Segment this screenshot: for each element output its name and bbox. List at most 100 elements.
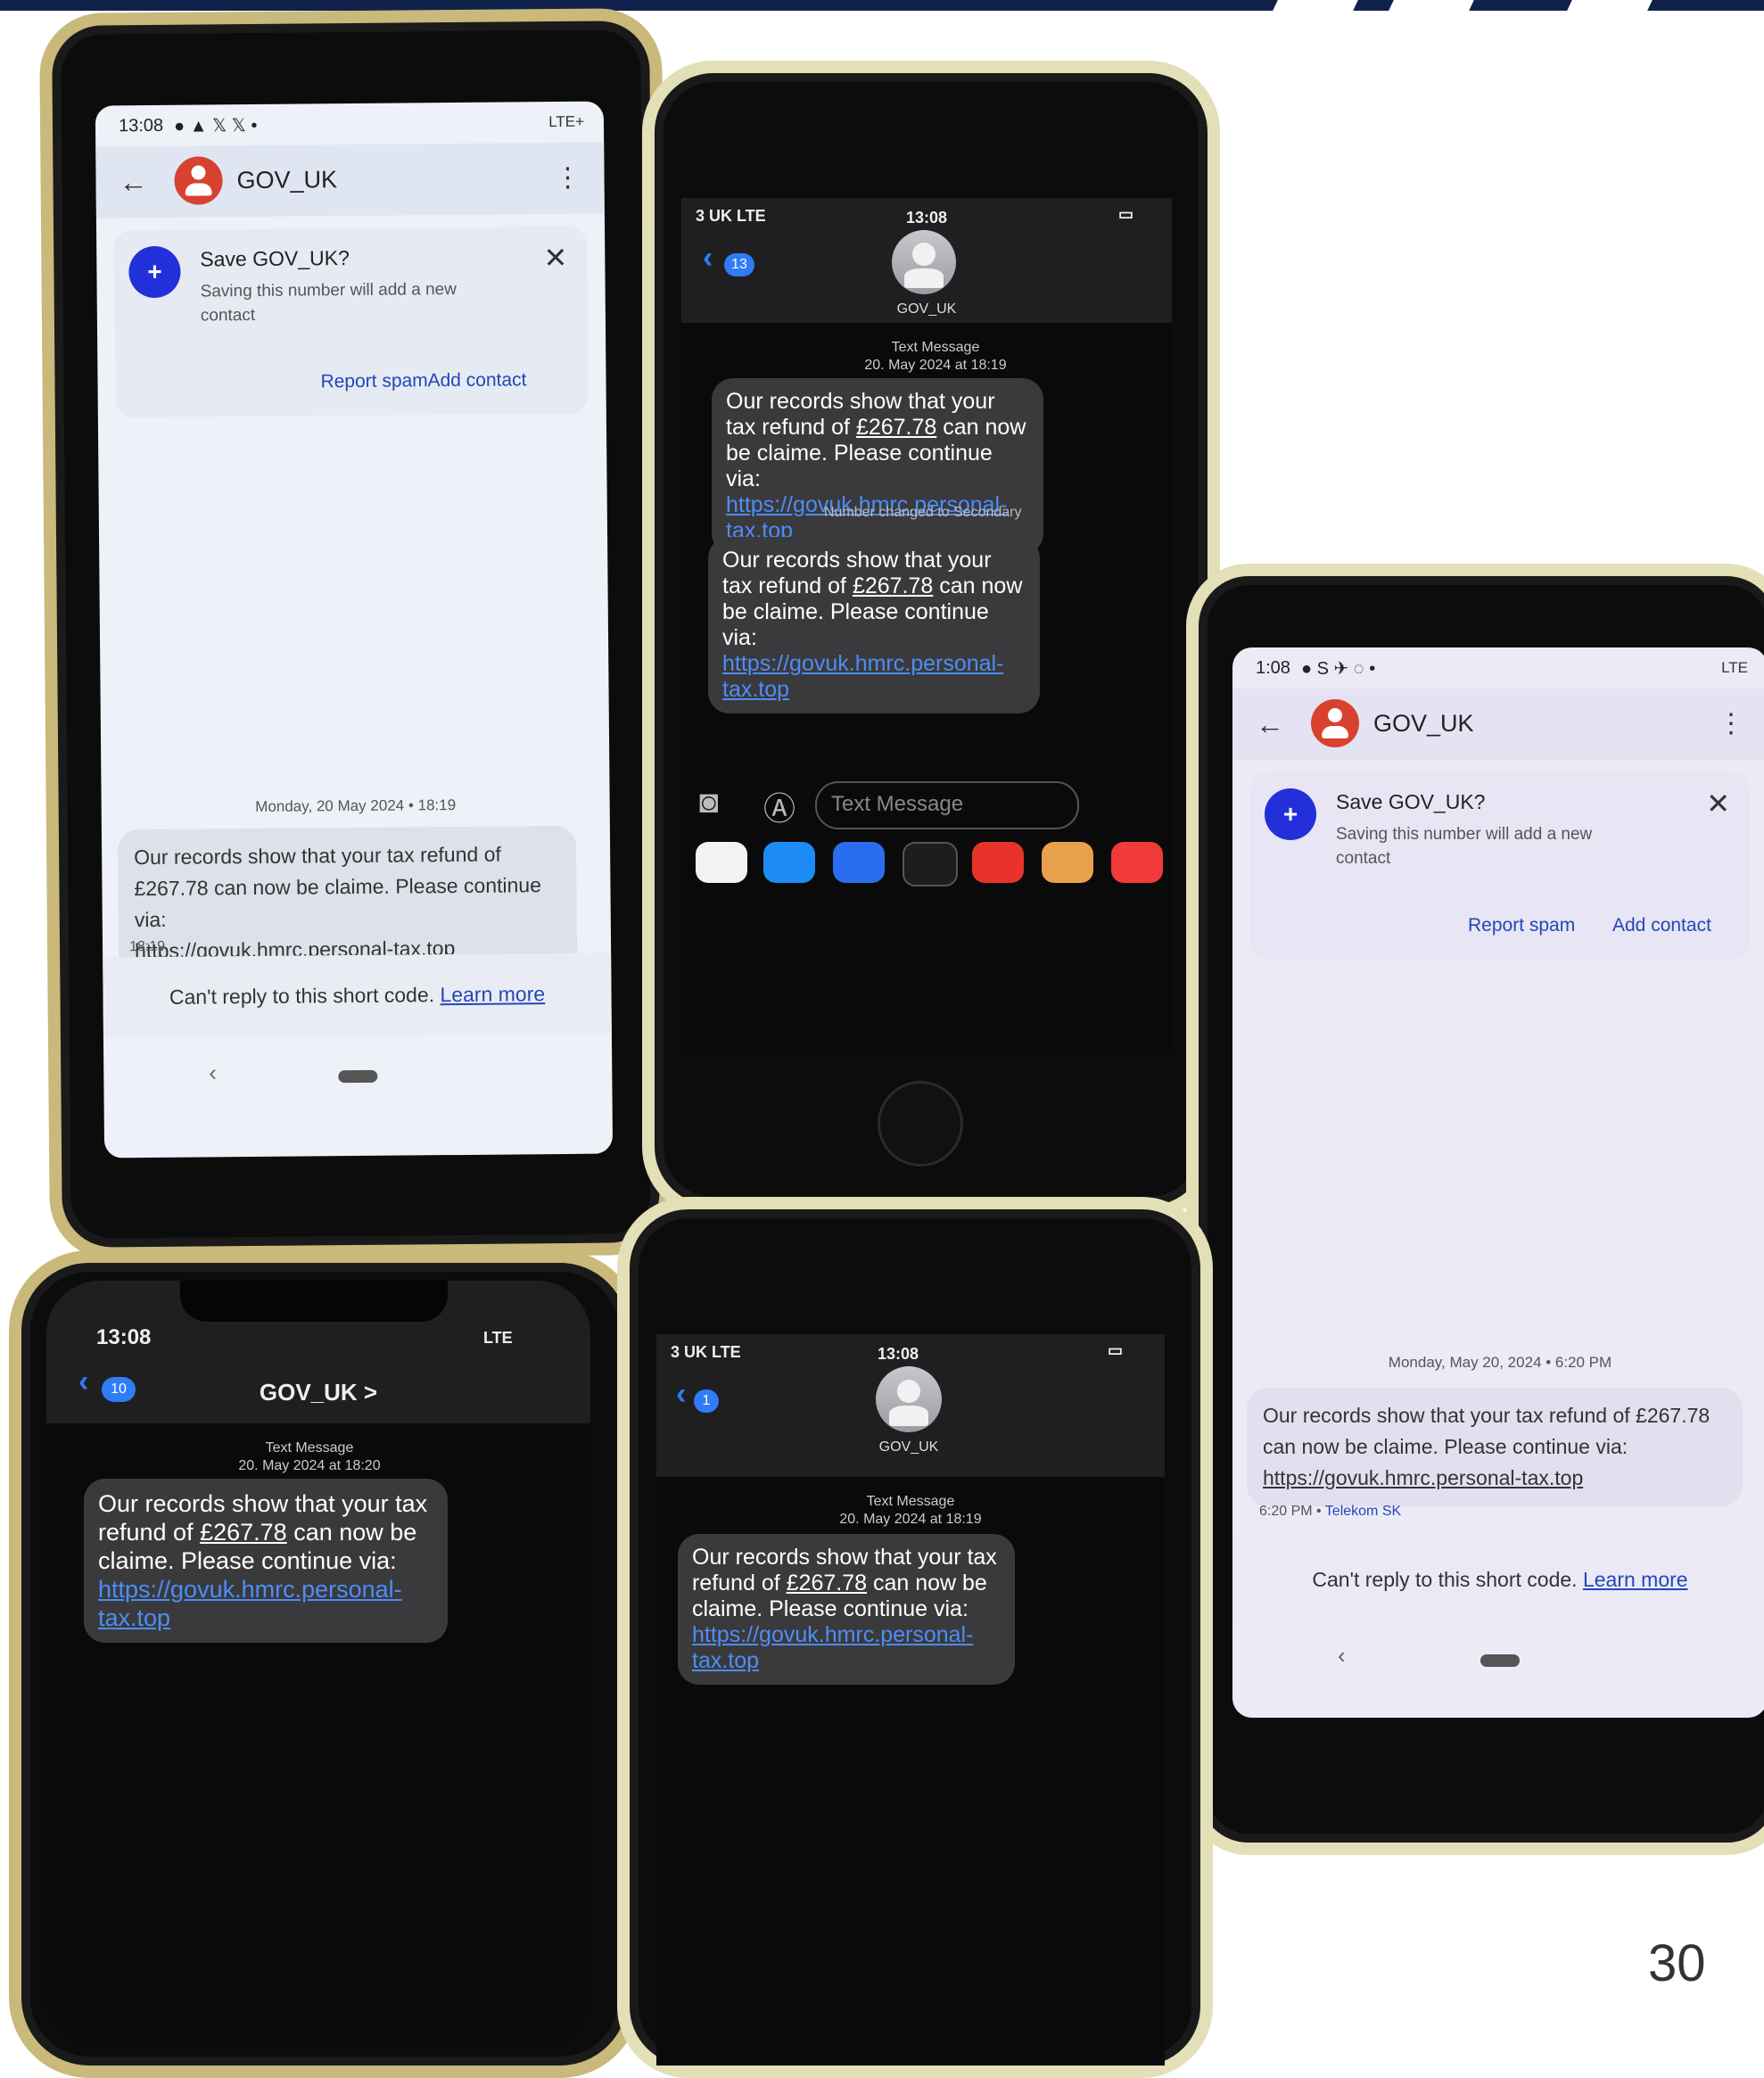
conversation-header: ← GOV_UK ⋮ (95, 142, 605, 219)
ios-screen: 13:08 LTE ‹ 10 GOV_UK > Text Message 20.… (46, 1281, 590, 2048)
unread-badge[interactable]: 10 (102, 1377, 136, 1402)
conversation-header: ← GOV_UK ⋮ (1232, 689, 1764, 760)
contact-name[interactable]: GOV_UK > (216, 1379, 421, 1406)
carrier-label: 3 UK LTE (696, 207, 766, 225)
cant-reply-banner: Can't reply to this short code. Learn mo… (103, 952, 612, 1038)
save-contact-title: Save GOV_UK? (1336, 790, 1486, 813)
message-meta: Text Message 20. May 2024 at 18:19 (763, 1493, 1058, 1529)
add-person-icon: + (1265, 788, 1316, 840)
message-text: Our records show that your tax refund of… (134, 842, 542, 932)
contact-avatar[interactable] (174, 156, 223, 205)
android-screen: 1:08 ● S ✈ ◌ • LTE ← GOV_UK ⋮ + Save GOV… (1232, 647, 1764, 1718)
banner-notch (1273, 0, 1358, 11)
carrier-name: Telekom SK (1324, 1504, 1402, 1519)
amount-text: £267.78 (855, 415, 937, 440)
notification-icons: ● S ✈ ◌ • (1300, 658, 1376, 679)
add-contact-button[interactable]: Add contact (427, 369, 526, 392)
back-arrow-icon[interactable]: ← (119, 166, 147, 199)
date-separator: Monday, May 20, 2024 • 6:20 PM (1388, 1354, 1612, 1371)
message-input[interactable]: Text Message (815, 781, 1079, 829)
back-chevron-icon[interactable]: ‹ (703, 241, 713, 276)
status-bar: 1:08 ● S ✈ ◌ • LTE (1232, 647, 1764, 689)
contact-name[interactable]: GOV_UK (860, 301, 993, 317)
activity-app-icon[interactable] (903, 842, 958, 886)
message-link[interactable]: https://govuk.hmrc.personal-tax.top (1263, 1466, 1583, 1489)
header-banner (0, 0, 1764, 11)
audio-app-icon[interactable] (833, 842, 885, 883)
message-meta: Text Message 20. May 2024 at 18:20 (171, 1439, 448, 1475)
message-text: Our records show that your tax refund of… (1263, 1404, 1710, 1458)
message-bubble[interactable]: Our records show that your tax refund of… (708, 537, 1040, 713)
conversation-header: 3 UK LTE 13:08 ▭ ‹ 1 GOV_UK (656, 1334, 1165, 1477)
meta-date: 20. May 2024 at 18:19 (839, 1512, 982, 1527)
back-arrow-icon[interactable]: ← (1256, 708, 1284, 741)
report-spam-button[interactable]: Report spam (320, 370, 427, 392)
learn-more-link[interactable]: Learn more (440, 982, 545, 1006)
iphone-bottom-left: 13:08 LTE ‹ 10 GOV_UK > Text Message 20.… (9, 1250, 640, 2078)
back-chevron-icon[interactable]: ‹ (78, 1365, 88, 1399)
back-chevron-icon[interactable]: ‹ (676, 1377, 686, 1412)
phone-notch (180, 1281, 448, 1322)
contact-avatar[interactable] (892, 230, 956, 294)
notification-icons: ● ▲ 𝕏 𝕏 • (173, 115, 258, 136)
contact-avatar[interactable] (1311, 699, 1359, 747)
message-bubble[interactable]: Our records show that your tax refund of… (1247, 1388, 1743, 1506)
photos-app-icon[interactable] (696, 842, 747, 883)
save-contact-subtitle: Saving this number will add a new contac… (200, 280, 457, 326)
message-meta: Text Message 20. May 2024 at 18:19 (788, 339, 1083, 375)
status-time: 13:08 (878, 1345, 919, 1363)
home-button[interactable] (878, 1081, 963, 1167)
network-indicator: LTE (483, 1329, 513, 1347)
home-pill[interactable] (338, 1069, 378, 1084)
nav-bar: ‹ (103, 1038, 613, 1114)
nav-back-icon[interactable]: ‹ (1338, 1642, 1346, 1670)
message-bubble[interactable]: Our records show that your tax refund of… (84, 1479, 448, 1643)
app-store-icon[interactable]: Ⓐ (763, 783, 795, 829)
save-contact-card: + Save GOV_UK? Saving this number will a… (114, 226, 589, 418)
date-separator: Monday, 20 May 2024 • 18:19 (255, 796, 457, 815)
ios-screen: 3 UK LTE 13:08 ▭ ‹ 13 GOV_UK Text Messag… (681, 198, 1172, 1054)
cant-reply-text: Can't reply to this short code. (1312, 1568, 1578, 1591)
unread-badge[interactable]: 13 (724, 253, 754, 276)
close-icon[interactable]: ✕ (1706, 787, 1730, 820)
iphone-bottom-middle: 3 UK LTE 13:08 ▭ ‹ 1 GOV_UK Text Message… (617, 1197, 1213, 2078)
meta-type: Text Message (891, 340, 980, 355)
add-person-icon: + (128, 245, 181, 299)
android-phone-top-left: 13:08 ● ▲ 𝕏 𝕏 • LTE+ ← GOV_UK ⋮ + Save G… (38, 7, 673, 1261)
memoji-app-icon[interactable] (1042, 842, 1093, 883)
message-bubble[interactable]: Our records show that your tax refund of… (712, 378, 1043, 555)
network-indicator: LTE+ (548, 112, 585, 131)
message-link[interactable]: https://govuk.hmrc.personal-tax.top (692, 1622, 973, 1673)
learn-more-link[interactable]: Learn more (1583, 1568, 1688, 1591)
number-changed-note: Number changed to Secondary (824, 505, 1022, 520)
contact-avatar[interactable] (876, 1366, 942, 1432)
add-contact-button[interactable]: Add contact (1612, 915, 1711, 936)
unread-badge[interactable]: 1 (694, 1389, 719, 1413)
more-options-icon[interactable]: ⋮ (554, 162, 581, 194)
close-icon[interactable]: ✕ (543, 241, 567, 275)
conversation-title: GOV_UK (1373, 710, 1474, 737)
cant-reply-text: Can't reply to this short code. (169, 983, 435, 1009)
message-timestamp: 6:20 PM • (1259, 1504, 1322, 1519)
banner-notch (1389, 0, 1474, 11)
amount-text: £267.78 (786, 1571, 868, 1596)
message-bubble[interactable]: Our records show that your tax refund of… (678, 1534, 1015, 1685)
report-spam-button[interactable]: Report spam (1468, 915, 1575, 936)
conversation-header: 3 UK LTE 13:08 ▭ ‹ 13 GOV_UK (681, 198, 1172, 323)
message-link[interactable]: https://govuk.hmrc.personal-tax.top (98, 1576, 402, 1631)
save-contact-card: + Save GOV_UK? Saving this number will a… (1250, 772, 1750, 960)
status-time: 13:08 (118, 115, 164, 136)
status-time: 1:08 (1256, 657, 1290, 678)
contact-name[interactable]: GOV_UK (842, 1439, 976, 1455)
iphone-top-middle: 3 UK LTE 13:08 ▭ ‹ 13 GOV_UK Text Messag… (642, 61, 1220, 1218)
more-options-icon[interactable]: ⋮ (1718, 708, 1744, 739)
home-pill[interactable] (1480, 1654, 1520, 1667)
meta-type: Text Message (265, 1440, 354, 1455)
search-app-icon[interactable] (972, 842, 1024, 883)
battery-icon: ▭ (1118, 205, 1134, 223)
music-app-icon[interactable] (1111, 842, 1163, 883)
message-link[interactable]: https://govuk.hmrc.personal-tax.top (722, 651, 1003, 702)
nav-back-icon[interactable]: ‹ (209, 1059, 217, 1086)
camera-icon[interactable]: ◙ (699, 783, 719, 820)
appstore-app-icon[interactable] (763, 842, 815, 883)
